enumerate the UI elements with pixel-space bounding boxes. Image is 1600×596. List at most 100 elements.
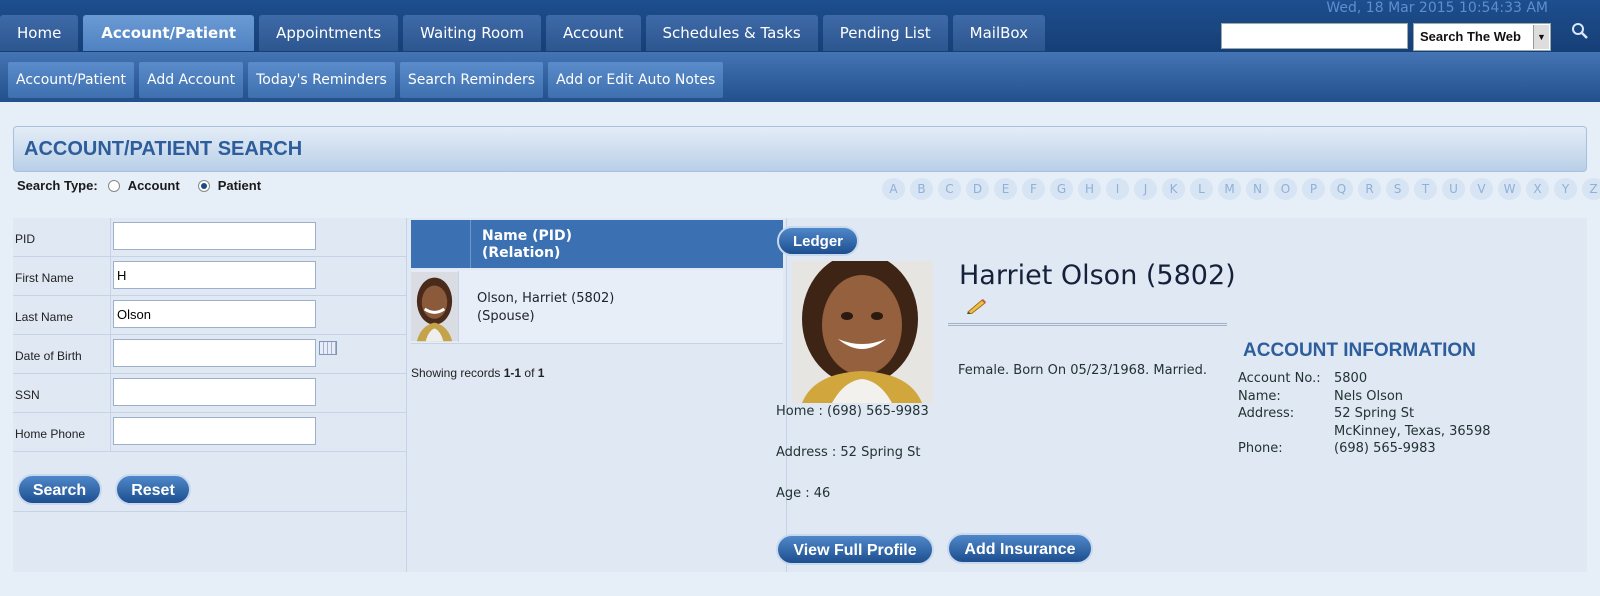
subtab-search-reminders[interactable]: Search Reminders	[399, 62, 544, 98]
account-phone-label: Phone:	[1238, 441, 1283, 456]
search-type-patient-label: Patient	[217, 178, 262, 193]
view-full-profile-button[interactable]: View Full Profile	[776, 534, 934, 565]
alpha-letter-n[interactable]: N	[1246, 178, 1269, 200]
pid-input[interactable]	[113, 222, 316, 250]
alpha-letter-q[interactable]: Q	[1330, 178, 1353, 200]
alpha-letter-x[interactable]: X	[1526, 178, 1549, 200]
subtab-account-patient[interactable]: Account/Patient	[8, 62, 134, 98]
tab-schedules-tasks[interactable]: Schedules & Tasks	[645, 15, 818, 51]
account-phone-value: (698) 565-9983	[1334, 441, 1436, 456]
results-header: Name (PID) (Relation)	[411, 220, 783, 268]
search-type-label: Search Type:	[17, 178, 98, 193]
calendar-icon[interactable]	[319, 341, 337, 355]
patient-thumbnail	[411, 271, 459, 342]
search-type-group: Search Type: Account Patient	[17, 178, 261, 193]
page-title: ACCOUNT/PATIENT SEARCH	[24, 138, 303, 160]
pencil-icon[interactable]	[965, 298, 987, 314]
result-patient-name[interactable]: Olson, Harriet (5802)	[477, 290, 614, 308]
alpha-letter-s[interactable]: S	[1386, 178, 1409, 200]
search-icon[interactable]	[1571, 22, 1589, 44]
result-relation: (Spouse)	[477, 309, 535, 324]
tab-appointments[interactable]: Appointments	[259, 15, 399, 51]
alpha-letter-c[interactable]: C	[938, 178, 961, 200]
patient-address: Address : 52 Spring St	[776, 445, 921, 460]
first-name-label: First Name	[15, 271, 74, 285]
tab-account-patient[interactable]: Account/Patient	[83, 15, 255, 51]
alpha-letter-t[interactable]: T	[1414, 178, 1437, 200]
ssn-input[interactable]	[113, 378, 316, 406]
top-navigation-bar: Wed, 18 Mar 2015 10:54:33 AM Home Accoun…	[0, 0, 1600, 52]
table-row[interactable]: Olson, Harriet (5802) (Spouse)	[411, 270, 783, 344]
page-title-bar: ACCOUNT/PATIENT SEARCH	[13, 126, 1587, 172]
alpha-letter-w[interactable]: W	[1498, 178, 1521, 200]
subtab-add-account[interactable]: Add Account	[139, 62, 244, 98]
search-type-account-radio[interactable]	[107, 179, 120, 192]
ssn-label: SSN	[15, 388, 40, 402]
tab-pending-list[interactable]: Pending List	[822, 15, 948, 51]
main-tabs: Home Account/Patient Appointments Waitin…	[0, 15, 1050, 51]
alpha-letter-r[interactable]: R	[1358, 178, 1381, 200]
web-search-select-label: Search The Web	[1420, 29, 1521, 44]
results-header-relation: (Relation)	[482, 245, 561, 261]
alpha-letter-f[interactable]: F	[1022, 178, 1045, 200]
last-name-input[interactable]	[113, 300, 316, 328]
account-address-line1: 52 Spring St	[1334, 406, 1415, 421]
reset-button[interactable]: Reset	[115, 474, 191, 505]
patient-age: Age : 46	[776, 486, 831, 501]
form-buttons-row: Search Reset	[13, 452, 407, 512]
dob-label: Date of Birth	[15, 349, 82, 363]
alpha-letter-g[interactable]: G	[1050, 178, 1073, 200]
dob-input[interactable]	[113, 339, 316, 367]
ssn-row: SSN	[13, 374, 407, 413]
home-phone-label: Home Phone	[15, 427, 86, 441]
patient-home-phone: Home : (698) 565-9983	[776, 404, 929, 419]
subtab-todays-reminders[interactable]: Today's Reminders	[248, 62, 395, 98]
divider	[948, 323, 1227, 326]
alpha-letter-z[interactable]: Z	[1582, 178, 1600, 200]
tab-account[interactable]: Account	[545, 15, 641, 51]
alpha-letter-l[interactable]: L	[1190, 178, 1213, 200]
pid-label: PID	[15, 232, 36, 246]
alpha-letter-j[interactable]: J	[1134, 178, 1157, 200]
tab-mailbox[interactable]: MailBox	[952, 15, 1046, 51]
search-results: Name (PID) (Relation) Olson, Harriet (58…	[407, 218, 787, 572]
subtab-auto-notes[interactable]: Add or Edit Auto Notes	[548, 62, 724, 98]
alpha-letter-y[interactable]: Y	[1554, 178, 1577, 200]
home-phone-input[interactable]	[113, 417, 316, 445]
alpha-letter-o[interactable]: O	[1274, 178, 1297, 200]
account-info-title: ACCOUNT INFORMATION	[1243, 340, 1476, 361]
chevron-down-icon: ▼	[1533, 25, 1549, 49]
records-summary: Showing records 1-1 of 1	[411, 366, 545, 380]
search-type-patient-radio[interactable]	[197, 179, 210, 192]
alpha-letter-a[interactable]: A	[882, 178, 905, 200]
patient-photo	[792, 261, 933, 403]
ledger-button[interactable]: Ledger	[777, 226, 859, 256]
alpha-letter-k[interactable]: K	[1162, 178, 1185, 200]
last-name-label: Last Name	[15, 310, 74, 324]
first-name-row: First Name	[13, 257, 407, 296]
alpha-letter-u[interactable]: U	[1442, 178, 1465, 200]
alpha-letter-m[interactable]: M	[1218, 178, 1241, 200]
add-insurance-button[interactable]: Add Insurance	[947, 533, 1093, 564]
alpha-letter-h[interactable]: H	[1078, 178, 1101, 200]
tab-home[interactable]: Home	[0, 15, 79, 51]
first-name-input[interactable]	[113, 261, 316, 289]
search-button[interactable]: Search	[17, 474, 102, 505]
alpha-letter-v[interactable]: V	[1470, 178, 1493, 200]
dob-row: Date of Birth	[13, 335, 407, 374]
alpha-letter-e[interactable]: E	[994, 178, 1017, 200]
home-phone-row: Home Phone	[13, 413, 407, 452]
tab-waiting-room[interactable]: Waiting Room	[403, 15, 541, 51]
patient-detail: Ledger Harriet Olson (5802) Female. Born…	[776, 218, 1587, 572]
main-content: ACCOUNT/PATIENT SEARCH Search Type: Acco…	[0, 102, 1600, 596]
alpha-letter-b[interactable]: B	[910, 178, 933, 200]
search-type-account-label: Account	[127, 178, 180, 193]
patient-summary: Female. Born On 05/23/1968. Married.	[958, 363, 1208, 378]
alpha-letter-p[interactable]: P	[1302, 178, 1325, 200]
web-search-select[interactable]: Search The Web ▼	[1413, 23, 1551, 51]
alpha-letter-i[interactable]: I	[1106, 178, 1129, 200]
web-search-input[interactable]	[1221, 23, 1408, 49]
account-address-line2: McKinney, Texas, 36598	[1334, 423, 1491, 439]
account-name-value: Nels Olson	[1334, 388, 1404, 404]
alpha-letter-d[interactable]: D	[966, 178, 989, 200]
